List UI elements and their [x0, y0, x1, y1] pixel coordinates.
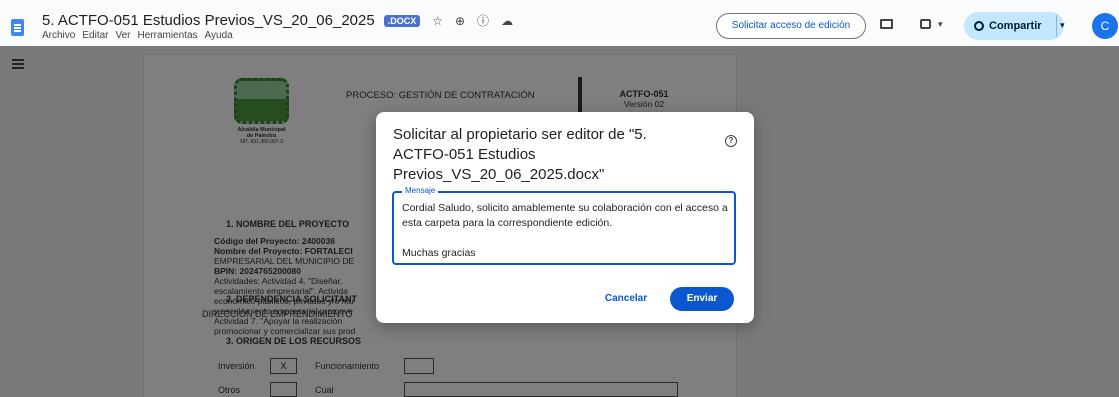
share-divider [1056, 15, 1057, 37]
cloud-icon[interactable]: ☁ [501, 14, 513, 28]
menu-bar: Archivo Editar Ver Herramientas Ayuda [42, 30, 233, 41]
request-edit-access-button[interactable]: Solicitar acceso de edición [716, 13, 866, 39]
document-title[interactable]: 5. ACTFO-051 Estudios Previos_VS_20_06_2… [42, 12, 375, 29]
menu-ver[interactable]: Ver [115, 30, 130, 41]
cancel-button[interactable]: Cancelar [598, 288, 654, 310]
star-icon[interactable]: ☆ [432, 14, 443, 28]
menu-herramientas[interactable]: Herramientas [138, 30, 198, 41]
menu-editar[interactable]: Editar [82, 30, 108, 41]
move-icon[interactable]: ⊕ [455, 14, 465, 28]
request-editor-dialog: Solicitar al propietario ser editor de "… [376, 112, 754, 323]
chevron-down-icon[interactable]: ▾ [938, 19, 943, 30]
app-header: 5. ACTFO-051 Estudios Previos_VS_20_06_2… [0, 0, 1119, 46]
share-button[interactable]: Compartir [964, 12, 1064, 40]
docs-icon[interactable] [11, 19, 24, 36]
meet-icon[interactable] [920, 19, 931, 29]
message-input[interactable]: Cordial Saludo, solicito amablemente su … [402, 201, 732, 261]
menu-ayuda[interactable]: Ayuda [205, 30, 233, 41]
send-button[interactable]: Enviar [670, 287, 734, 311]
message-label: Mensaje [402, 186, 439, 195]
help-icon[interactable]: ? [725, 135, 737, 147]
message-field[interactable]: Mensaje Cordial Saludo, solicito amablem… [392, 186, 736, 265]
menu-archivo[interactable]: Archivo [42, 30, 75, 41]
info-icon[interactable]: ⓘ [477, 12, 489, 29]
comments-icon[interactable] [880, 19, 893, 29]
dialog-title: Solicitar al propietario ser editor de "… [393, 126, 647, 183]
title-row: 5. ACTFO-051 Estudios Previos_VS_20_06_2… [42, 12, 513, 29]
globe-icon [974, 21, 984, 31]
share-chevron-down-icon[interactable]: ▾ [1060, 20, 1065, 31]
file-type-badge: .DOCX [383, 14, 421, 27]
avatar[interactable]: C [1092, 13, 1118, 39]
share-label: Compartir [989, 20, 1042, 32]
